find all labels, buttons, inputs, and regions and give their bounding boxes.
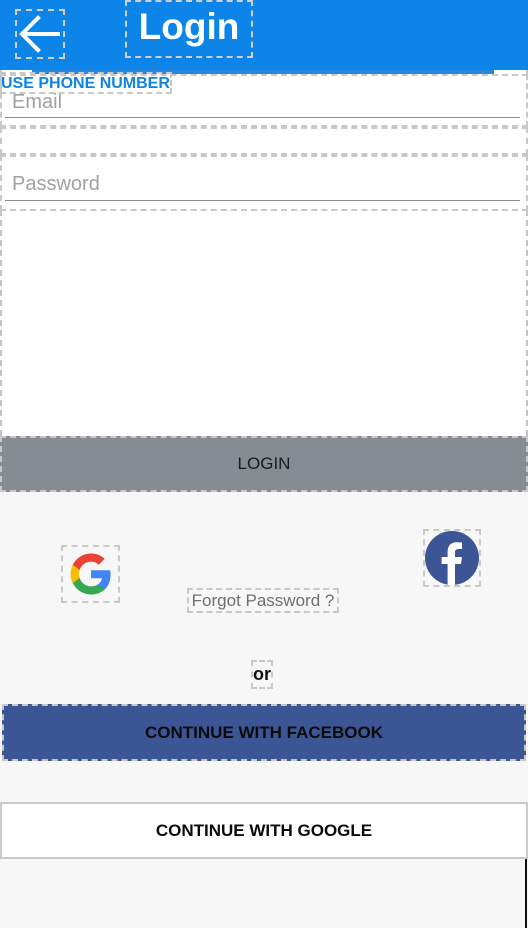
continue-with-google-button[interactable]: CONTINUE WITH GOOGLE [0,802,528,859]
facebook-signin-button[interactable] [423,529,481,587]
back-button[interactable] [15,9,65,59]
facebook-icon [425,531,479,585]
email-underline [5,117,520,118]
screen-edge-divider [525,859,527,928]
arrow-left-icon [19,15,60,53]
page-title: Login [125,0,253,58]
or-divider: or [251,660,273,689]
google-signin-button[interactable] [61,545,120,603]
email-placeholder: Email [12,91,63,113]
password-field[interactable]: Password [0,155,528,211]
forgot-password-link[interactable]: Forgot Password ? [187,588,339,613]
login-button[interactable]: LOGIN [0,436,528,492]
continue-with-facebook-button[interactable]: CONTINUE WITH FACEBOOK [2,704,526,761]
password-underline [5,200,520,201]
use-phone-number-link[interactable]: USE PHONE NUMBER [0,72,172,94]
google-icon [70,553,111,595]
password-placeholder: Password [12,173,100,195]
email-error-row [0,127,528,155]
app-header: Login [0,0,528,70]
